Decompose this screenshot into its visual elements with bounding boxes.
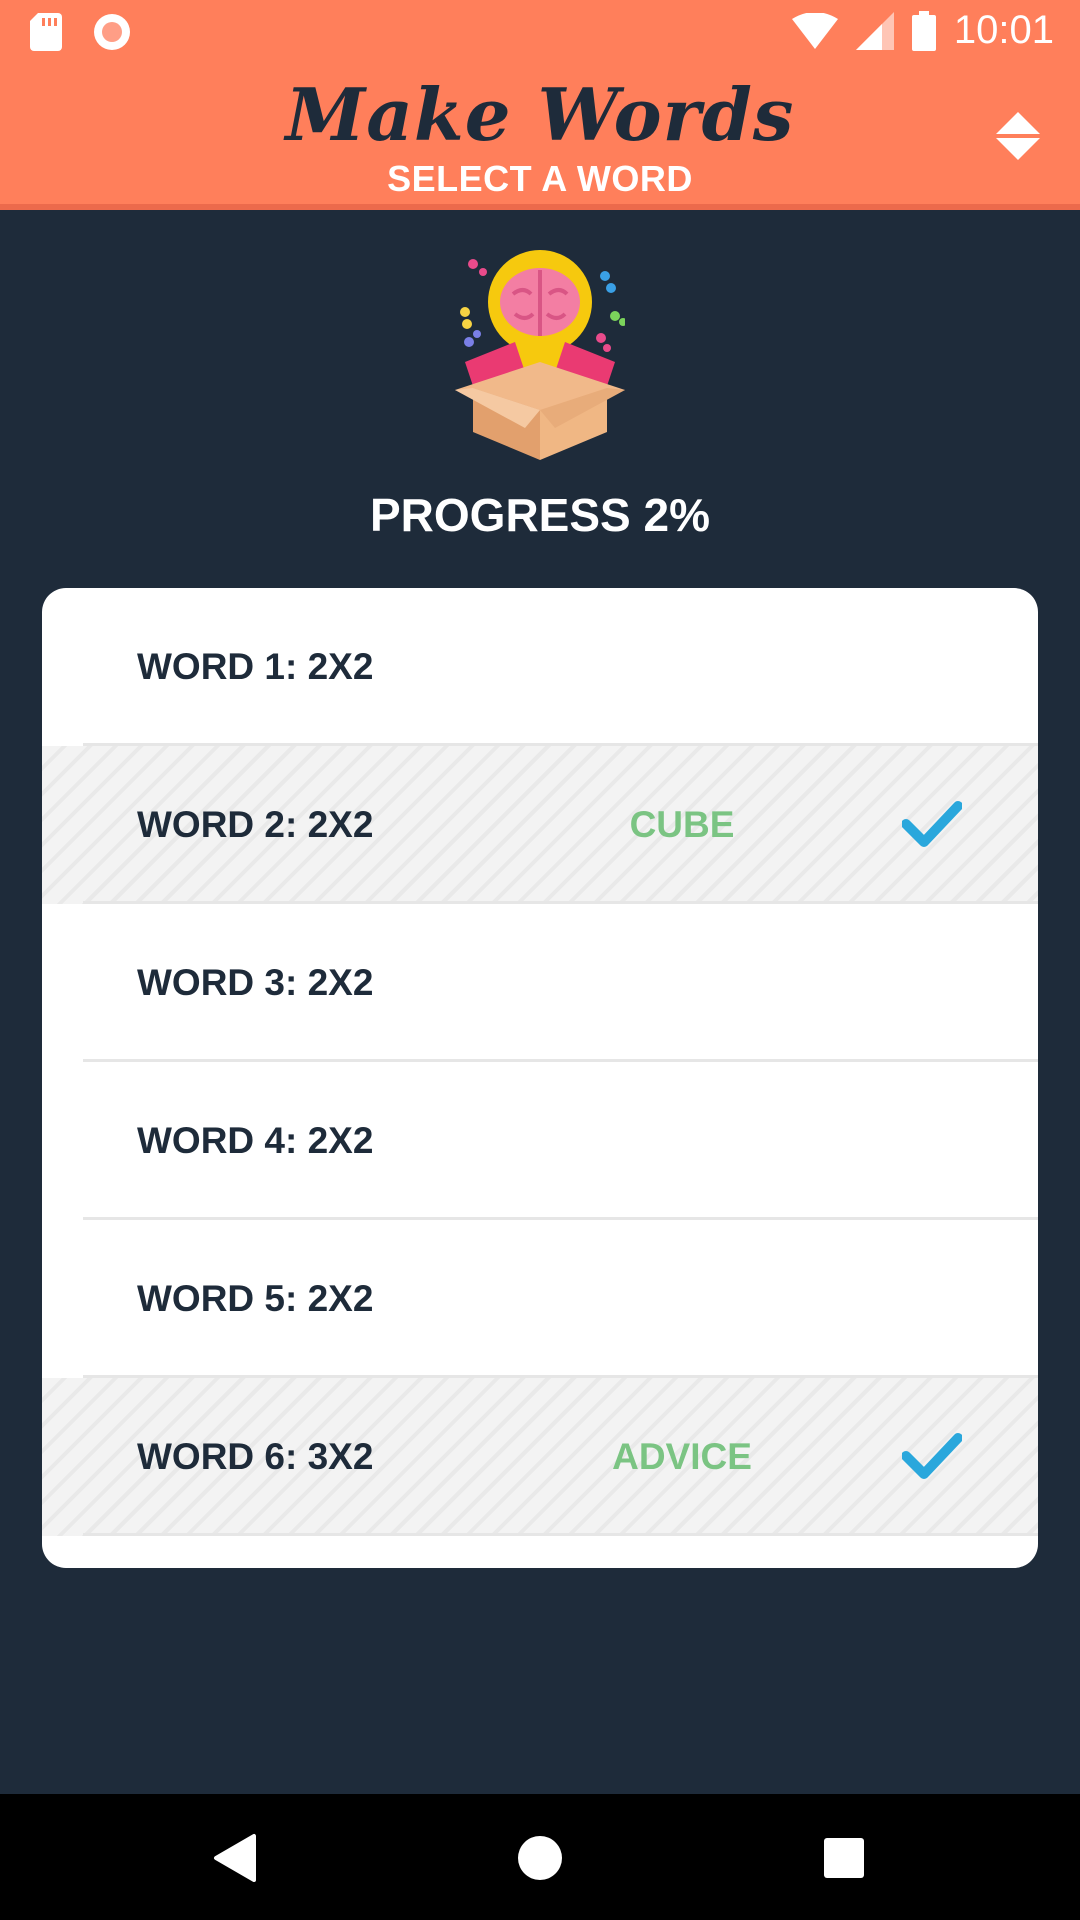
sd-card-icon xyxy=(30,13,62,51)
word-row-3[interactable]: WORD 3: 2X2 xyxy=(42,904,1038,1062)
system-nav-bar xyxy=(0,1794,1080,1920)
word-list: WORD 1: 2X2 WORD 2: 2X2 CUBE WORD 3: 2X2… xyxy=(42,588,1038,1568)
home-icon[interactable] xyxy=(512,1830,568,1886)
record-icon xyxy=(94,14,130,50)
word-row-5[interactable]: WORD 5: 2X2 xyxy=(42,1220,1038,1378)
back-icon[interactable] xyxy=(208,1830,264,1886)
word-label: WORD 3: 2X2 xyxy=(137,962,374,1003)
sort-updown-icon[interactable] xyxy=(990,108,1046,164)
word-label: WORD 2: 2X2 xyxy=(137,804,374,845)
word-label: WORD 6: 3X2 xyxy=(137,1436,374,1477)
word-row-6[interactable]: WORD 6: 3X2 ADVICE xyxy=(42,1378,1038,1536)
word-answer: ADVICE xyxy=(612,1436,752,1477)
app-header: 10:01 Make Words SELECT A WORD xyxy=(0,0,1080,210)
clock: 10:01 xyxy=(953,8,1054,52)
status-bar: 10:01 xyxy=(0,0,1080,64)
word-row-1[interactable]: WORD 1: 2X2 xyxy=(42,588,1038,746)
progress-label: PROGRESS 2% xyxy=(370,489,710,541)
page-subtitle: SELECT A WORD xyxy=(387,158,693,199)
word-label: WORD 1: 2X2 xyxy=(137,646,374,687)
checkmark-icon xyxy=(902,1433,962,1479)
signal-icon xyxy=(855,11,894,50)
app-title: Make Words xyxy=(285,72,795,157)
wifi-icon xyxy=(791,12,838,49)
checkmark-icon xyxy=(902,801,962,847)
brain-lightbulb-box-icon xyxy=(455,250,625,460)
recents-icon[interactable] xyxy=(816,1830,872,1886)
word-answer: CUBE xyxy=(629,804,735,845)
word-label: WORD 4: 2X2 xyxy=(137,1120,374,1161)
divider xyxy=(83,1533,1038,1536)
word-label: WORD 5: 2X2 xyxy=(137,1278,374,1319)
word-row-2[interactable]: WORD 2: 2X2 CUBE xyxy=(42,746,1038,904)
word-row-4[interactable]: WORD 4: 2X2 xyxy=(42,1062,1038,1220)
battery-icon xyxy=(911,10,936,51)
